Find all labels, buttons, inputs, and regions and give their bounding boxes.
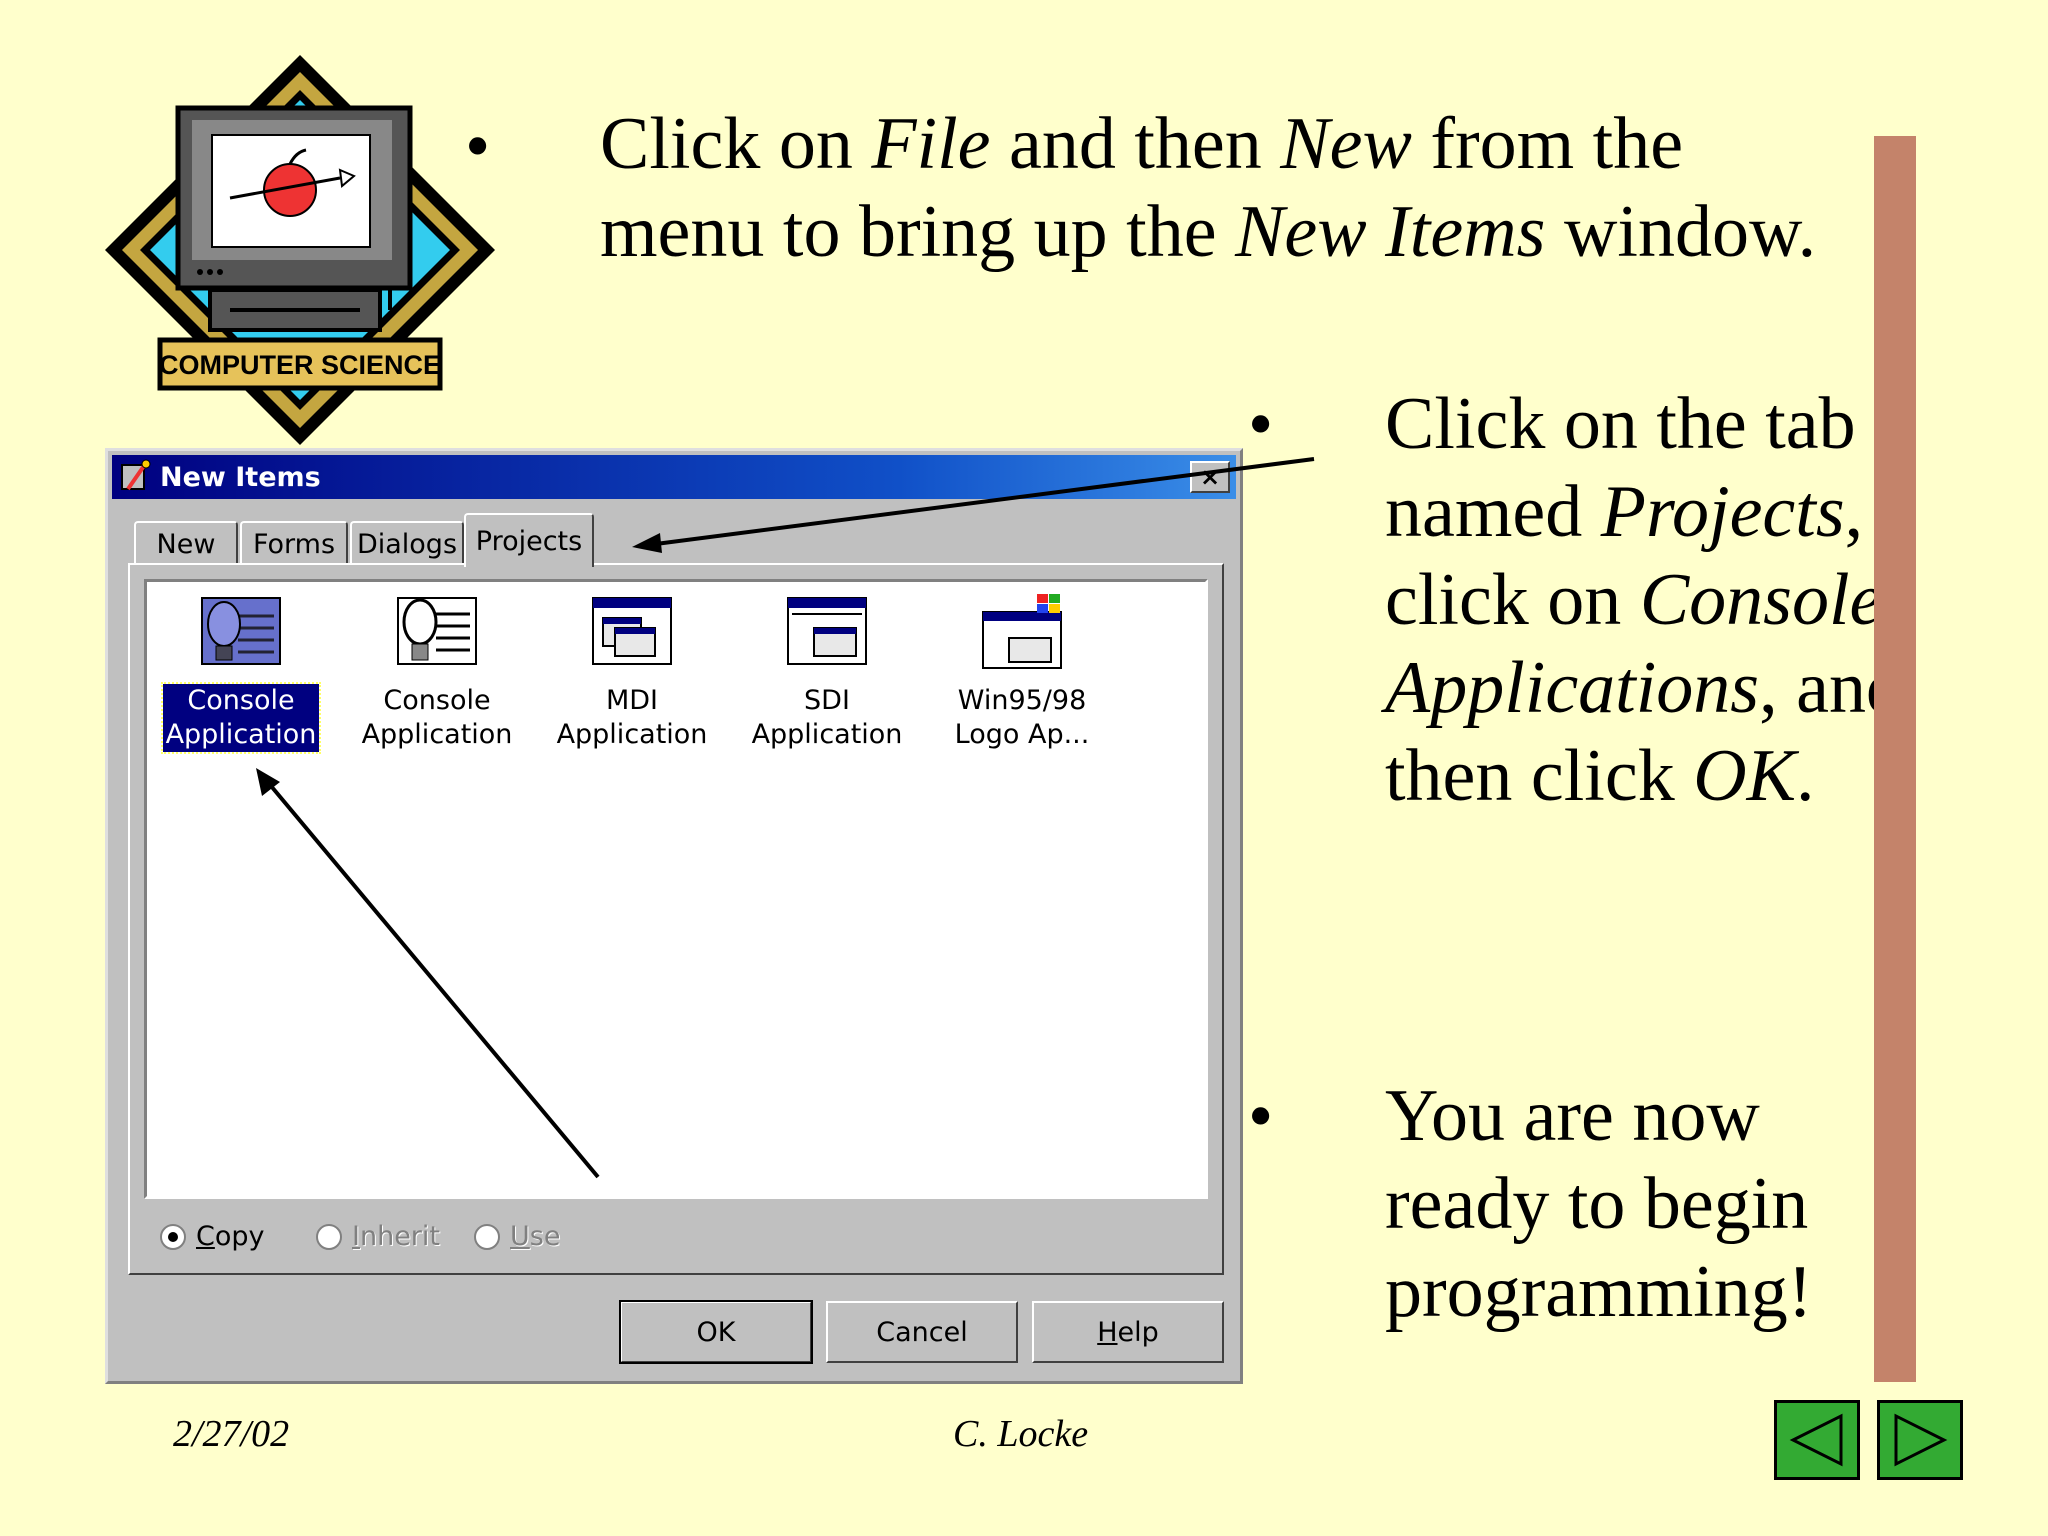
item-console-application-selected[interactable]: Console Application xyxy=(151,592,331,772)
triangle-left-icon xyxy=(1789,1413,1843,1467)
new-items-dialog: New Items × New Forms Dialogs Projects C… xyxy=(105,448,1243,1384)
tab-new[interactable]: New xyxy=(134,521,238,565)
bullet-2: • xyxy=(1248,384,1274,464)
radio-indicator xyxy=(474,1223,500,1250)
instruction-open-new-items: Click on File and then New from the menu… xyxy=(600,103,1817,273)
radio-selected-indicator xyxy=(160,1223,186,1250)
close-button[interactable]: × xyxy=(1190,461,1230,493)
item-win9598-logo-application[interactable]: Win95/98 Logo Ap... xyxy=(932,592,1112,772)
delphi-app-icon xyxy=(121,459,151,491)
cancel-button[interactable]: Cancel xyxy=(826,1301,1018,1363)
close-icon: × xyxy=(1199,463,1221,491)
instruction-ready: You are now ready to begin programming! xyxy=(1385,1075,1813,1333)
footer-author: C. Locke xyxy=(953,1413,1089,1455)
radio-use[interactable]: Use xyxy=(474,1221,560,1252)
footer-date: 2/27/02 xyxy=(173,1413,290,1455)
tab-dialogs[interactable]: Dialogs xyxy=(350,521,464,565)
item-sdi-application[interactable]: SDI Application xyxy=(737,592,917,772)
mdi-application-icon xyxy=(592,597,672,665)
previous-slide-button[interactable] xyxy=(1774,1400,1860,1480)
project-templates-list[interactable]: ConsoleApplication ConsoleApplication xyxy=(144,579,1208,1199)
radio-inherit-label: Inherit xyxy=(352,1221,440,1252)
bullet-3: • xyxy=(1248,1076,1274,1156)
sidebar-bar xyxy=(1874,136,1916,1382)
computer-science-logo: COMPUTER SCIENCE xyxy=(105,55,495,445)
instruction-select-console-app: Click on the tab named Projects, click o… xyxy=(1385,383,1903,817)
radio-copy[interactable]: Copy xyxy=(160,1221,265,1252)
item-label: MDI Application xyxy=(556,685,708,750)
radio-use-label: Use xyxy=(510,1221,561,1252)
next-slide-button[interactable] xyxy=(1877,1400,1963,1480)
bullet-1: • xyxy=(465,106,491,186)
projects-tab-panel: ConsoleApplication ConsoleApplication xyxy=(128,563,1224,1275)
win95-logo-application-icon xyxy=(982,594,1062,669)
item-mdi-application[interactable]: MDI Application xyxy=(542,592,722,772)
radio-copy-label: Copy xyxy=(196,1221,265,1252)
tab-forms[interactable]: Forms xyxy=(240,521,348,565)
sdi-application-icon xyxy=(787,597,867,665)
item-label: Win95/98 Logo Ap... xyxy=(954,685,1090,750)
triangle-right-icon xyxy=(1894,1413,1948,1467)
radio-inherit[interactable]: Inherit xyxy=(316,1221,440,1252)
ok-button[interactable]: OK xyxy=(619,1300,813,1364)
tab-projects[interactable]: Projects xyxy=(464,513,594,567)
logo-label: COMPUTER SCIENCE xyxy=(159,350,441,380)
item-label: SDI Application xyxy=(751,685,903,750)
item-console-application[interactable]: Console Application xyxy=(347,592,527,772)
dialog-title: New Items xyxy=(160,461,321,493)
item-label: Console Application xyxy=(160,682,322,754)
dialog-titlebar[interactable]: New Items × xyxy=(112,455,1236,499)
console-application-icon xyxy=(201,597,281,665)
item-label: Console Application xyxy=(361,685,513,750)
console-application-icon xyxy=(397,597,477,665)
radio-indicator xyxy=(316,1223,342,1250)
help-button[interactable]: Help xyxy=(1032,1301,1224,1363)
